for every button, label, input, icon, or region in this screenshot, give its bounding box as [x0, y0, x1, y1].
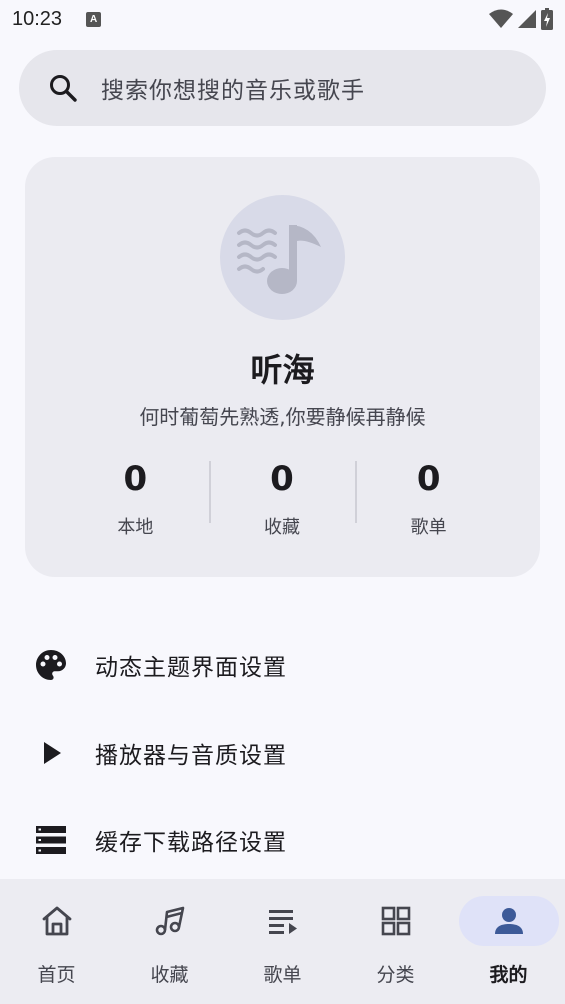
nav-pill — [346, 896, 446, 946]
nav-pill — [120, 896, 220, 946]
stat-label: 本地 — [117, 517, 154, 538]
nav-label: 首页 — [37, 964, 76, 986]
nav-item-favorites[interactable]: 收藏 — [113, 879, 226, 1004]
screen: 10:23 A 搜索你想搜的音乐或歌手 听海 何时葡萄先熟透,你要静候再静候 0… — [0, 0, 565, 1004]
notification-badge-icon: A — [86, 11, 102, 27]
stat-value: 0 — [123, 459, 148, 499]
stat-playlists[interactable]: 0 歌单 — [355, 457, 502, 538]
bottom-nav: 首页 收藏 歌单 分类 我的 — [0, 879, 565, 1004]
stat-favorites[interactable]: 0 收藏 — [208, 457, 356, 538]
nav-label: 收藏 — [150, 964, 189, 986]
nav-item-playlists[interactable]: 歌单 — [226, 879, 339, 1004]
stat-label: 收藏 — [264, 517, 300, 538]
play-icon — [34, 736, 68, 770]
nav-label: 分类 — [376, 964, 415, 986]
home-icon — [42, 906, 71, 936]
status-bar: 10:23 A — [0, 0, 565, 38]
battery-icon — [541, 8, 553, 30]
playlist-icon — [268, 910, 297, 934]
settings-item-cache[interactable]: 缓存下载路径设置 — [0, 800, 565, 880]
search-bar[interactable]: 搜索你想搜的音乐或歌手 — [19, 50, 546, 126]
storage-list-icon — [34, 823, 68, 857]
status-indicators — [489, 8, 553, 30]
profile-name: 听海 — [250, 351, 315, 389]
wifi-icon — [489, 9, 513, 28]
settings-item-label: 动态主题界面设置 — [95, 655, 287, 681]
music-notes-icon — [155, 906, 184, 936]
status-time: 10:23 — [12, 7, 63, 30]
settings-item-theme[interactable]: 动态主题界面设置 — [0, 625, 565, 705]
music-note-waves-icon — [236, 224, 321, 294]
stat-value: 0 — [416, 459, 441, 499]
palette-icon — [34, 648, 68, 682]
settings-item-label: 播放器与音质设置 — [95, 743, 287, 769]
nav-label: 我的 — [489, 964, 528, 986]
cell-signal-icon — [518, 10, 536, 28]
stat-value: 0 — [270, 459, 294, 499]
person-icon — [494, 908, 523, 934]
profile-motto: 何时葡萄先熟透,你要静候再静候 — [139, 405, 426, 429]
nav-pill-active — [458, 896, 559, 946]
stat-local[interactable]: 0 本地 — [62, 457, 209, 538]
nav-label: 歌单 — [263, 964, 302, 986]
search-input[interactable]: 搜索你想搜的音乐或歌手 — [101, 71, 365, 105]
stats-row: 0 本地 0 收藏 0 歌单 — [62, 457, 502, 538]
avatar[interactable] — [220, 195, 345, 320]
nav-item-home[interactable]: 首页 — [0, 879, 113, 1004]
nav-pill — [233, 896, 333, 946]
nav-item-mine[interactable]: 我的 — [452, 879, 565, 1004]
grid-icon — [381, 906, 410, 936]
settings-item-player[interactable]: 播放器与音质设置 — [0, 713, 565, 793]
nav-item-categories[interactable]: 分类 — [339, 879, 452, 1004]
settings-item-label: 缓存下载路径设置 — [95, 830, 287, 856]
profile-card: 听海 何时葡萄先熟透,你要静候再静候 0 本地 0 收藏 0 歌单 — [25, 157, 540, 577]
stat-label: 歌单 — [410, 517, 447, 538]
nav-pill — [7, 896, 107, 946]
search-icon[interactable] — [47, 72, 79, 104]
